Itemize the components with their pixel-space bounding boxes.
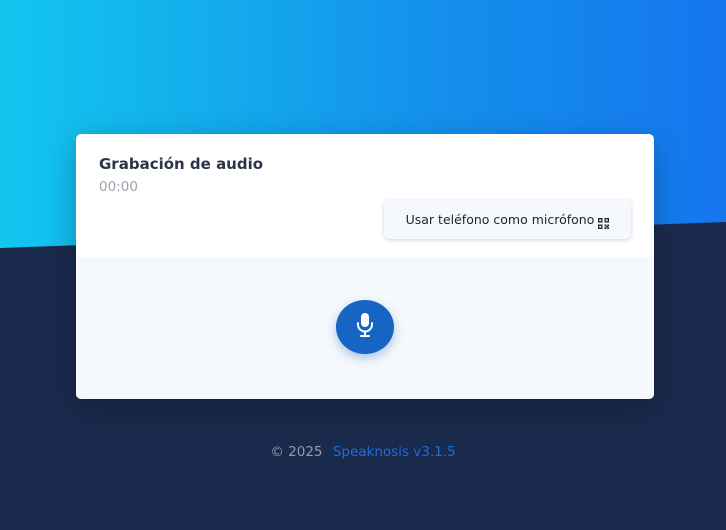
copyright-text: © 2025	[270, 444, 323, 460]
microphone-icon	[355, 312, 375, 342]
recording-timer: 00:00	[99, 179, 138, 195]
recorder-controls-area	[76, 257, 654, 399]
page-footer: © 2025 Speaknosis v3.1.5	[0, 444, 726, 460]
qr-code-icon	[598, 214, 610, 229]
use-phone-as-microphone-button[interactable]: Usar teléfono como micrófono	[384, 200, 631, 239]
record-button[interactable]	[336, 300, 394, 354]
audio-recorder-card: Grabación de audio 00:00 Usar teléfono c…	[76, 134, 654, 399]
use-phone-as-microphone-label: Usar teléfono como micrófono	[405, 212, 595, 227]
app-version-link[interactable]: Speaknosis v3.1.5	[333, 444, 456, 460]
recorder-title: Grabación de audio	[99, 155, 264, 173]
